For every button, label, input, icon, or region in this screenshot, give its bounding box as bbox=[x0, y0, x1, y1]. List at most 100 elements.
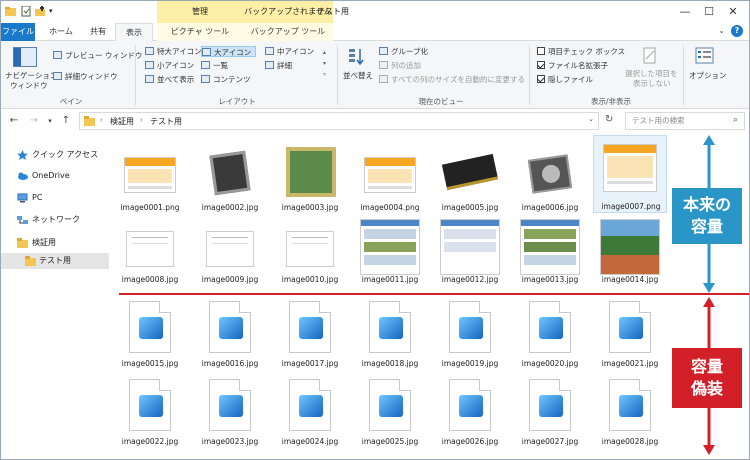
add-columns-button[interactable]: 列の追加 bbox=[379, 60, 421, 71]
image-thumbnail bbox=[599, 142, 663, 196]
breadcrumb-item[interactable]: 検証用 bbox=[110, 116, 134, 127]
group-by-button[interactable]: グループ化 bbox=[379, 46, 428, 57]
checkbox[interactable] bbox=[537, 47, 545, 55]
file-name: image0016.jpg bbox=[201, 359, 259, 368]
forward-arrow-icon[interactable]: → bbox=[27, 114, 41, 128]
file-tile[interactable]: image0004.png bbox=[353, 143, 427, 212]
file-tile[interactable]: image0006.jpg bbox=[513, 143, 587, 212]
details-pane-button[interactable]: 詳細ウィンドウ bbox=[53, 71, 118, 82]
preview-pane-button[interactable]: プレビュー ウィンドウ bbox=[53, 50, 142, 61]
nav-item-verify[interactable]: 検証用 bbox=[1, 235, 109, 251]
navigation-pane: クイック アクセス OneDrive PC ネットワーク 検証用 テスト用 bbox=[1, 133, 109, 459]
file-tile[interactable]: image0015.jpg bbox=[113, 299, 187, 368]
fit-columns-button[interactable]: すべての列のサイズを自動的に変更する bbox=[379, 74, 525, 85]
nav-item-onedrive[interactable]: OneDrive bbox=[1, 168, 109, 184]
file-tile[interactable]: image0026.jpg bbox=[433, 377, 507, 446]
file-tile[interactable]: image0022.jpg bbox=[113, 377, 187, 446]
breadcrumb-separator-icon: › bbox=[140, 116, 143, 124]
star-icon bbox=[17, 150, 28, 160]
file-tile[interactable]: image0019.jpg bbox=[433, 299, 507, 368]
tab-picture-tools[interactable]: ピクチャ ツール bbox=[157, 23, 243, 41]
file-tile[interactable]: image0016.jpg bbox=[193, 299, 267, 368]
file-tile[interactable]: image0005.jpg bbox=[433, 143, 507, 212]
checkbox-checked[interactable] bbox=[537, 61, 545, 69]
file-tile[interactable]: image0017.jpg bbox=[273, 299, 347, 368]
layout-tiles[interactable]: 並べて表示 bbox=[145, 74, 194, 85]
layout-extra-large-icons[interactable]: 特大アイコン bbox=[145, 46, 202, 57]
image-file-icon bbox=[289, 379, 331, 431]
file-tile[interactable]: image0003.jpg bbox=[273, 143, 347, 212]
file-tile[interactable]: image0002.jpg bbox=[193, 143, 267, 212]
options-icon[interactable] bbox=[695, 47, 715, 65]
layout-large-icons[interactable]: 大アイコン bbox=[201, 46, 257, 57]
file-tile[interactable]: image0023.jpg bbox=[193, 377, 267, 446]
file-tile[interactable]: image0009.jpg bbox=[193, 215, 267, 284]
layout-content[interactable]: コンテンツ bbox=[201, 74, 251, 85]
layout-list[interactable]: 一覧 bbox=[201, 60, 228, 71]
close-button[interactable]: ✕ bbox=[713, 1, 749, 23]
address-dropdown-icon[interactable]: ⌄ bbox=[588, 115, 594, 123]
sort-button[interactable]: 並べ替え bbox=[343, 70, 373, 81]
image-thumbnail bbox=[358, 219, 422, 275]
file-tile[interactable]: image0021.jpg bbox=[593, 299, 667, 368]
properties-icon[interactable] bbox=[21, 5, 32, 17]
tab-backup-tools[interactable]: バックアップ ツール bbox=[243, 23, 333, 41]
annotation-text: 容量 bbox=[690, 357, 723, 376]
hide-selected-label-2[interactable]: 表示しない bbox=[633, 78, 671, 89]
checkbox-checked[interactable] bbox=[537, 75, 545, 83]
navigation-pane-label-2[interactable]: ウィンドウ bbox=[10, 80, 48, 91]
file-extension-toggle[interactable]: ファイル名拡張子 bbox=[537, 60, 608, 71]
sort-icon[interactable] bbox=[347, 47, 367, 67]
file-tile[interactable]: image0028.jpg bbox=[593, 377, 667, 446]
image-thumbnail bbox=[118, 147, 182, 201]
refresh-icon[interactable]: ↻ bbox=[605, 114, 613, 125]
file-extension-label: ファイル名拡張子 bbox=[548, 61, 608, 70]
file-tile[interactable]: image0025.jpg bbox=[353, 377, 427, 446]
file-tile[interactable]: image0008.jpg bbox=[113, 215, 187, 284]
file-name: image0011.jpg bbox=[361, 275, 419, 284]
file-tile[interactable]: image0020.jpg bbox=[513, 299, 587, 368]
hide-selected-icon[interactable] bbox=[641, 47, 659, 65]
nav-item-test[interactable]: テスト用 bbox=[1, 253, 109, 269]
hidden-items-toggle[interactable]: 隠しファイル bbox=[537, 74, 593, 85]
layout-icon bbox=[201, 75, 210, 83]
nav-item-quick-access[interactable]: クイック アクセス bbox=[1, 147, 109, 163]
options-button[interactable]: オプション bbox=[689, 70, 727, 81]
file-tile[interactable]: image0011.jpg bbox=[353, 215, 427, 284]
layout-icon bbox=[265, 47, 274, 55]
tab-view[interactable]: 表示 bbox=[115, 23, 153, 42]
navigation-pane-icon[interactable] bbox=[13, 47, 37, 67]
tab-share[interactable]: 共有 bbox=[83, 23, 113, 41]
layout-medium-icons[interactable]: 中アイコン bbox=[265, 46, 314, 57]
layout-small-icons[interactable]: 小アイコン bbox=[145, 60, 194, 71]
nav-item-pc[interactable]: PC bbox=[1, 190, 109, 206]
recent-dropdown-icon[interactable]: ▾ bbox=[43, 114, 57, 128]
file-tile[interactable]: image0024.jpg bbox=[273, 377, 347, 446]
ribbon-collapse-icon[interactable]: ⌄ bbox=[718, 26, 725, 35]
help-icon[interactable]: ? bbox=[731, 25, 743, 37]
file-tile[interactable]: image0027.jpg bbox=[513, 377, 587, 446]
breadcrumb-item[interactable]: テスト用 bbox=[150, 116, 182, 127]
tab-file[interactable]: ファイル bbox=[1, 23, 35, 41]
file-tile[interactable]: image0013.jpg bbox=[513, 215, 587, 284]
file-tile[interactable]: image0001.png bbox=[113, 143, 187, 212]
qat-dropdown-icon[interactable]: ▾ bbox=[49, 6, 60, 17]
layout-details[interactable]: 詳細 bbox=[265, 60, 292, 71]
file-tile[interactable]: image0018.jpg bbox=[353, 299, 427, 368]
file-tile[interactable]: image0010.jpg bbox=[273, 215, 347, 284]
nav-item-network[interactable]: ネットワーク bbox=[1, 212, 109, 228]
layout-scroll-icon[interactable]: ▴ ▾ ▿ bbox=[323, 47, 326, 80]
up-arrow-icon[interactable]: ↑ bbox=[59, 114, 73, 128]
tab-home[interactable]: ホーム bbox=[41, 23, 81, 41]
search-input[interactable]: テスト用の検索 bbox=[625, 112, 745, 130]
address-bar[interactable]: › 検証用 › テスト用 ⌄ bbox=[79, 112, 599, 130]
file-tile[interactable]: image0014.jpg bbox=[593, 215, 667, 284]
item-checkbox-toggle[interactable]: 項目チェック ボックス bbox=[537, 46, 625, 57]
file-name: image0010.jpg bbox=[281, 275, 339, 284]
new-folder-icon[interactable] bbox=[35, 6, 46, 17]
file-name: image0004.png bbox=[360, 203, 420, 212]
back-arrow-icon[interactable]: ← bbox=[7, 114, 21, 128]
file-tile-selected[interactable]: image0007.png bbox=[593, 135, 667, 213]
file-tile[interactable]: image0012.jpg bbox=[433, 215, 507, 284]
file-name: image0025.jpg bbox=[361, 437, 419, 446]
